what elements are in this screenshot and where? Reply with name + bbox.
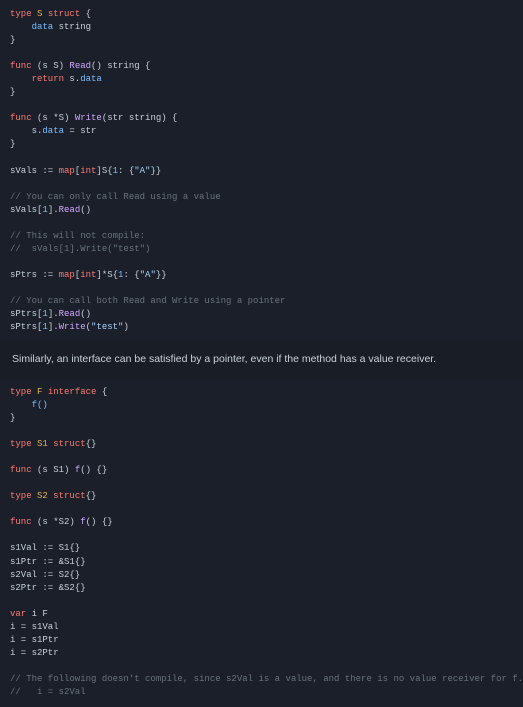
brace-close: } [10,87,15,97]
kw-map: map [59,270,75,280]
kw-map: map [59,166,75,176]
brace-close: } [10,139,15,149]
call-lhs: sPtrs[ [10,309,42,319]
kw-type: type [10,9,32,19]
kw-type: type [10,491,32,501]
s2ptr-decl: s2Ptr := &S2{} [10,583,86,593]
code-block-2: type F interface { f() } type S1 struct{… [0,378,523,707]
comment: // sVals[1].Write("test") [10,244,150,254]
method-f: f() [10,400,48,410]
comment: // You can only call Read using a value [10,192,221,202]
var-i-F: i F [26,609,48,619]
receiver: (s S1) [32,465,75,475]
kw-struct: struct [53,439,85,449]
mid: ]. [48,322,59,332]
assign-s1val: i = s1Val [10,622,59,632]
braces: {} [86,491,97,501]
rest: ]S{ [96,166,112,176]
call-lhs: sPtrs[ [10,322,42,332]
receiver: (s *S) [32,113,75,123]
end: }} [156,270,167,280]
assign-s2ptr: i = s2Ptr [10,648,59,658]
expr: s. [64,74,80,84]
field-data: data [42,126,64,136]
end: () [80,309,91,319]
svals-lhs: sVals := [10,166,59,176]
string-A: "A" [134,166,150,176]
field-data: data [10,22,53,32]
kw-return: return [10,74,64,84]
kw-var: var [10,609,26,619]
kw-type: type [10,387,32,397]
brace: { [96,387,107,397]
type-F: F [32,387,48,397]
type-S2: S2 [32,491,54,501]
kw-func: func [10,465,32,475]
call-read: Read [59,205,81,215]
comment: // The following doesn't compile, since … [10,674,523,684]
kw-struct: struct [53,491,85,501]
sig: () string { [91,61,150,71]
kw-func: func [10,61,32,71]
call-write: Write [59,322,86,332]
brace-close: } [10,413,15,423]
end: () [80,205,91,215]
comment: // This will not compile: [10,231,145,241]
rhs: = str [64,126,96,136]
call-lhs: sVals[ [10,205,42,215]
mid: : { [123,270,139,280]
s1ptr-decl: s1Ptr := &S1{} [10,557,86,567]
end: ) [123,322,128,332]
type-int: int [80,270,96,280]
comment: // You can call both Read and Write usin… [10,296,285,306]
brace: { [80,9,91,19]
mid: ]. [48,309,59,319]
s2val-decl: s2Val := S2{} [10,570,80,580]
sig: (str string) { [102,113,178,123]
comment: // i = s2Val [10,687,86,697]
kw-interface: interface [48,387,97,397]
end: }} [150,166,161,176]
type-int: int [80,166,96,176]
string-test: "test" [91,322,123,332]
sptrs-lhs: sPtrs := [10,270,59,280]
mid: : { [118,166,134,176]
receiver: (s S) [32,61,70,71]
kw-func: func [10,517,32,527]
field-data: data [80,74,102,84]
call-read: Read [59,309,81,319]
braces: {} [86,439,97,449]
s1val-decl: s1Val := S1{} [10,543,80,553]
assign-s1ptr: i = s1Ptr [10,635,59,645]
receiver: (s *S2) [32,517,81,527]
type-string: string [53,22,91,32]
mid: ]. [48,205,59,215]
rest: ]*S{ [96,270,118,280]
sig: () {} [86,517,113,527]
type-S1: S1 [32,439,54,449]
paragraph-interface-pointer: Similarly, an interface can be satisfied… [0,342,523,378]
brace-close: } [10,35,15,45]
kw-type: type [10,439,32,449]
string-A: "A" [140,270,156,280]
sig: () {} [80,465,107,475]
kw-struct: struct [48,9,80,19]
method-write: Write [75,113,102,123]
code-block-1: type S struct { data string } func (s S)… [0,0,523,342]
method-read: Read [69,61,91,71]
lhs: s. [10,126,42,136]
kw-func: func [10,113,32,123]
